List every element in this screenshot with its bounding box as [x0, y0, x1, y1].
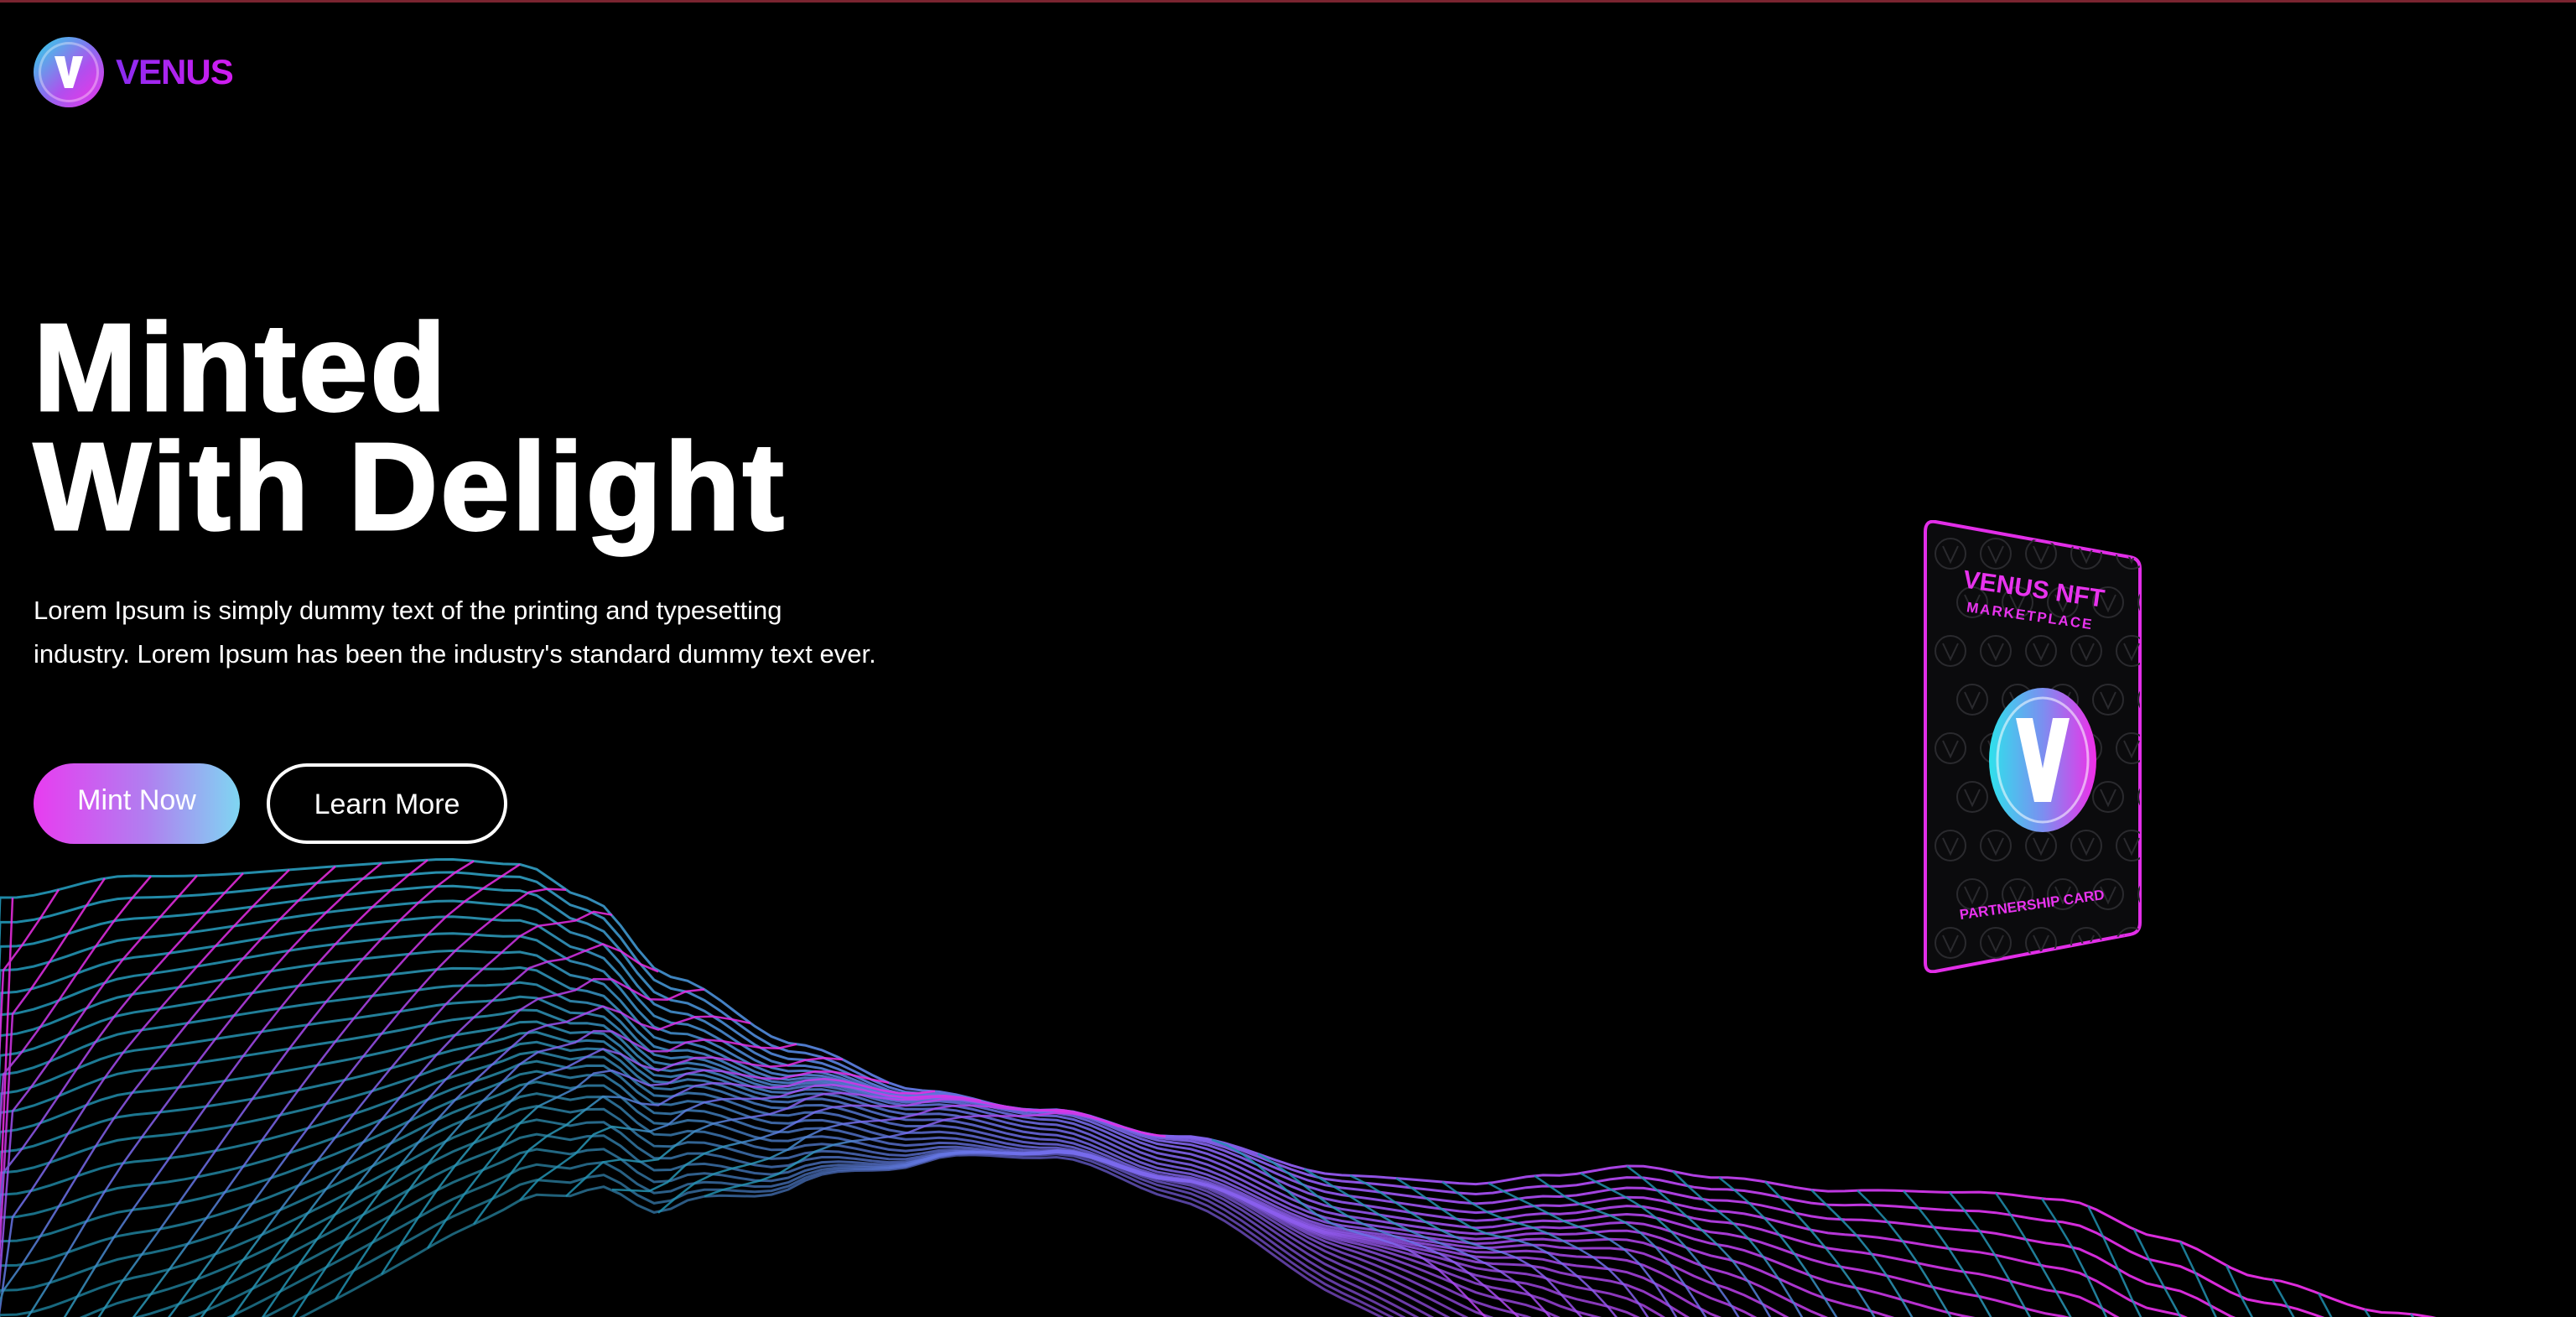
brand-name: VENUS — [116, 52, 234, 91]
brand-logo-link[interactable]: VENUS — [34, 37, 234, 107]
landing-page: VENUS Minted With Delight Lorem Ipsum is… — [0, 0, 2576, 1317]
partnership-card-graphic: VENUS NFT MARKETPLACE PARTNERSHIP CARD — [1924, 519, 2142, 974]
hero-description-line-2: industry. Lorem Ipsum has been the indus… — [34, 639, 876, 669]
hero-description-line-1: Lorem Ipsum is simply dummy text of the … — [34, 596, 782, 625]
hero-title-line-2: With Delight — [33, 418, 787, 556]
card-emblem-icon — [1989, 688, 2096, 832]
venus-logo-icon — [34, 37, 104, 107]
hero-title: Minted With Delight — [33, 299, 787, 556]
wireframe-wave-graphic — [0, 857, 2437, 1317]
hero-description: Lorem Ipsum is simply dummy text of the … — [34, 589, 973, 676]
partnership-card: VENUS NFT MARKETPLACE PARTNERSHIP CARD — [1920, 519, 2147, 974]
top-accent-line — [0, 0, 2576, 3]
learn-more-button[interactable]: Learn More — [267, 763, 507, 844]
mint-now-button[interactable]: Mint Now — [34, 763, 240, 844]
hero-title-line-1: Minted — [33, 299, 449, 437]
logo-v-glyph — [55, 56, 83, 88]
